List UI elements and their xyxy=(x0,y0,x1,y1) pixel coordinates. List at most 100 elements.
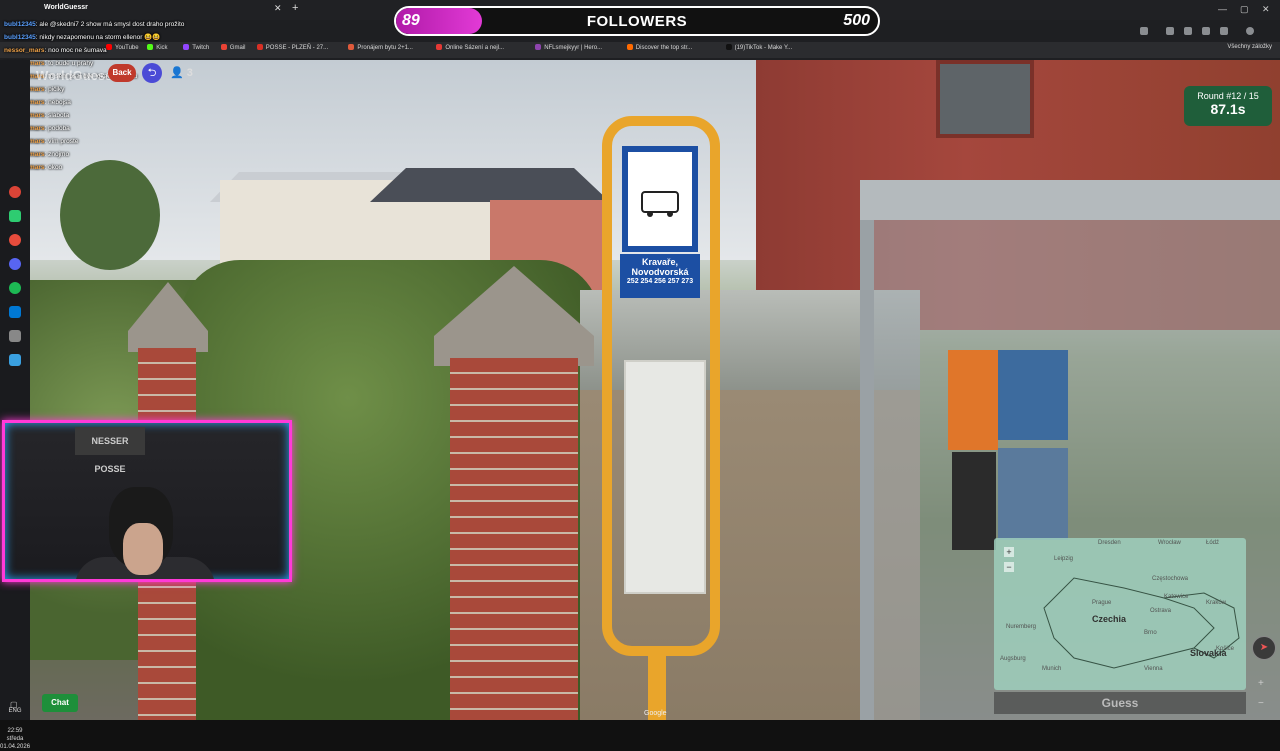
round-label: Round #12 / 15 xyxy=(1197,91,1259,101)
chat-text: noo moc ne šumava xyxy=(48,47,107,54)
house-roof xyxy=(370,168,610,202)
new-tab-icon[interactable]: + xyxy=(292,2,298,14)
bookmark-favicon-icon xyxy=(436,44,443,50)
bookmark-item[interactable]: Online Sázení a nejl... xyxy=(436,44,504,51)
discord-icon[interactable] xyxy=(9,258,21,270)
close-window-icon[interactable]: ✕ xyxy=(1262,4,1270,15)
clock-time: 22:59 xyxy=(7,728,23,734)
game-title: WorldGuessr xyxy=(36,68,118,83)
app-icon[interactable] xyxy=(9,210,21,222)
back-button[interactable]: Back xyxy=(108,64,136,82)
clock[interactable]: 22:59 středa 01.04.2026 xyxy=(0,727,30,751)
chat-message: nessor_mars: vím proste xyxy=(4,135,304,148)
players-count: 👤 3 xyxy=(170,66,193,79)
bus-icon xyxy=(641,191,679,217)
map-place-label: Leipzig xyxy=(1054,556,1074,562)
chat-text: okoo xyxy=(48,164,63,171)
map-place-label: Augsburg xyxy=(1000,656,1026,662)
zoom-out-button[interactable]: − xyxy=(1004,562,1014,572)
extension-icon[interactable] xyxy=(1202,27,1210,35)
bookmark-item[interactable]: (19)TikTok - Make Y... xyxy=(725,44,793,51)
clock-day: středa xyxy=(6,736,24,742)
clock-date: 01.04.2026 xyxy=(0,744,31,750)
person-icon: 👤 xyxy=(170,67,184,79)
map-place-label: Czechia xyxy=(1092,614,1127,624)
spotify-icon[interactable] xyxy=(9,282,21,294)
bookmark-item[interactable]: Discover the top str... xyxy=(626,44,692,51)
return-to-start-icon[interactable]: ⮌ xyxy=(142,63,162,83)
followers-goal-bar: 89 FOLLOWERS 500 xyxy=(394,6,880,36)
chat-message: nessor_mars: pičiky xyxy=(4,83,304,96)
map-place-label: Częstochowa xyxy=(1152,576,1189,582)
compass-icon[interactable]: ➤ xyxy=(1252,636,1276,660)
round-time: 87.1s xyxy=(1210,101,1246,117)
bookmark-item[interactable]: NFLsmejkyyr | Hero... xyxy=(535,44,602,51)
map-zoom-in-icon[interactable]: + xyxy=(1258,678,1264,689)
bus-stop-lines: 252 254 256 257 273 xyxy=(626,278,694,285)
followers-label: FOLLOWERS xyxy=(586,13,688,30)
chat-message: nessor_mars: znojmo xyxy=(4,148,304,161)
chat-message: nessor_mars: slabota xyxy=(4,109,304,122)
guess-minimap[interactable]: Leipzig Dresden Wrocław Częstochowa Łódź Kato… xyxy=(994,538,1246,690)
chat-message: nessor_mars: podoba xyxy=(4,122,304,135)
maximize-icon[interactable]: ▢ xyxy=(1240,4,1249,15)
bookmark-label: Online Sázení a nejl... xyxy=(445,45,505,51)
map-place-label: Nuremberg xyxy=(1006,624,1037,630)
google-watermark: Google xyxy=(644,710,667,717)
map-place-label: Katowice xyxy=(1164,594,1189,600)
map-place-label: Wrocław xyxy=(1158,540,1181,546)
zoom-in-button[interactable]: + xyxy=(1004,547,1014,557)
guess-button[interactable]: Guess xyxy=(994,692,1246,714)
chat-text: ale @skedni7 2 show má smysl dost draho … xyxy=(39,21,185,28)
map-zoom-out-icon[interactable]: − xyxy=(1258,698,1264,709)
bookmark-favicon-icon xyxy=(626,44,633,50)
brick-pillar xyxy=(450,358,578,720)
tab-close-icon[interactable]: ✕ xyxy=(274,3,282,14)
bookmark-label: (19)TikTok - Make Y... xyxy=(734,45,793,51)
chat-message: nessor_mars: okoo xyxy=(4,161,304,174)
bus-stop-name: Kravaře, Novodvorská 252 254 256 257 273 xyxy=(620,254,700,298)
streamer-face xyxy=(123,523,163,575)
app-icon[interactable] xyxy=(9,306,21,318)
map-place-label: Brno xyxy=(1144,630,1157,636)
chat-message: bubl12345: ale @skedni7 2 show má smysl … xyxy=(4,18,304,31)
shield-extension-icon[interactable] xyxy=(1184,27,1192,35)
map-place-label: Kraków xyxy=(1206,600,1227,606)
puzzle-icon[interactable] xyxy=(1220,27,1228,35)
church-window xyxy=(936,60,1034,138)
app-icon[interactable] xyxy=(9,354,21,366)
chat-text: vím proste xyxy=(48,138,79,145)
chat-text: nikdy nezapomenu na storm ellenor 😆😆 xyxy=(39,34,161,41)
app-icon[interactable] xyxy=(9,234,21,246)
chat-username: bubl12345 xyxy=(4,34,36,41)
chat-message: nessor_mars: noo moc ne šumava xyxy=(4,44,304,57)
map-place-label: Dresden xyxy=(1098,540,1121,546)
app-icon[interactable] xyxy=(9,330,21,342)
chat-text: to bude u prahy xyxy=(48,60,94,67)
extension-icon[interactable] xyxy=(1166,27,1174,35)
poster xyxy=(948,350,998,450)
notification-icon[interactable]: ▢ xyxy=(10,700,18,709)
map-place-label: Vienna xyxy=(1144,666,1163,672)
taskbar: ENG 22:59 středa 01.04.2026 ▢ xyxy=(0,60,30,750)
map-place-label: Prague xyxy=(1092,600,1112,606)
bus-stop-name-line1: Kravaře, xyxy=(641,257,679,267)
round-timer-box: Round #12 / 15 87.1s xyxy=(1184,86,1272,126)
bus-stop-name-line2: Novodvorská xyxy=(631,267,689,277)
chat-button[interactable]: Chat xyxy=(42,694,78,712)
chat-text: slabota xyxy=(48,112,70,119)
followers-goal: 500 xyxy=(843,12,870,29)
tab-title[interactable]: WorldGuessr xyxy=(44,4,88,11)
minimize-icon[interactable]: — xyxy=(1218,4,1227,14)
chrome-icon[interactable] xyxy=(9,186,21,198)
profile-avatar[interactable] xyxy=(1246,27,1254,35)
bookmark-favicon-icon xyxy=(348,44,355,50)
tree xyxy=(60,160,160,270)
chat-username: nessor_mars xyxy=(4,47,45,54)
all-bookmarks-link[interactable]: Všechny záložky xyxy=(1227,44,1272,50)
timetable xyxy=(624,360,706,594)
chat-text: pičiky xyxy=(48,86,65,93)
map-place-label: Košice xyxy=(1216,646,1235,652)
star-icon[interactable] xyxy=(1140,27,1148,35)
bookmark-item[interactable]: Pronájem bytu 2+1... xyxy=(348,44,413,51)
